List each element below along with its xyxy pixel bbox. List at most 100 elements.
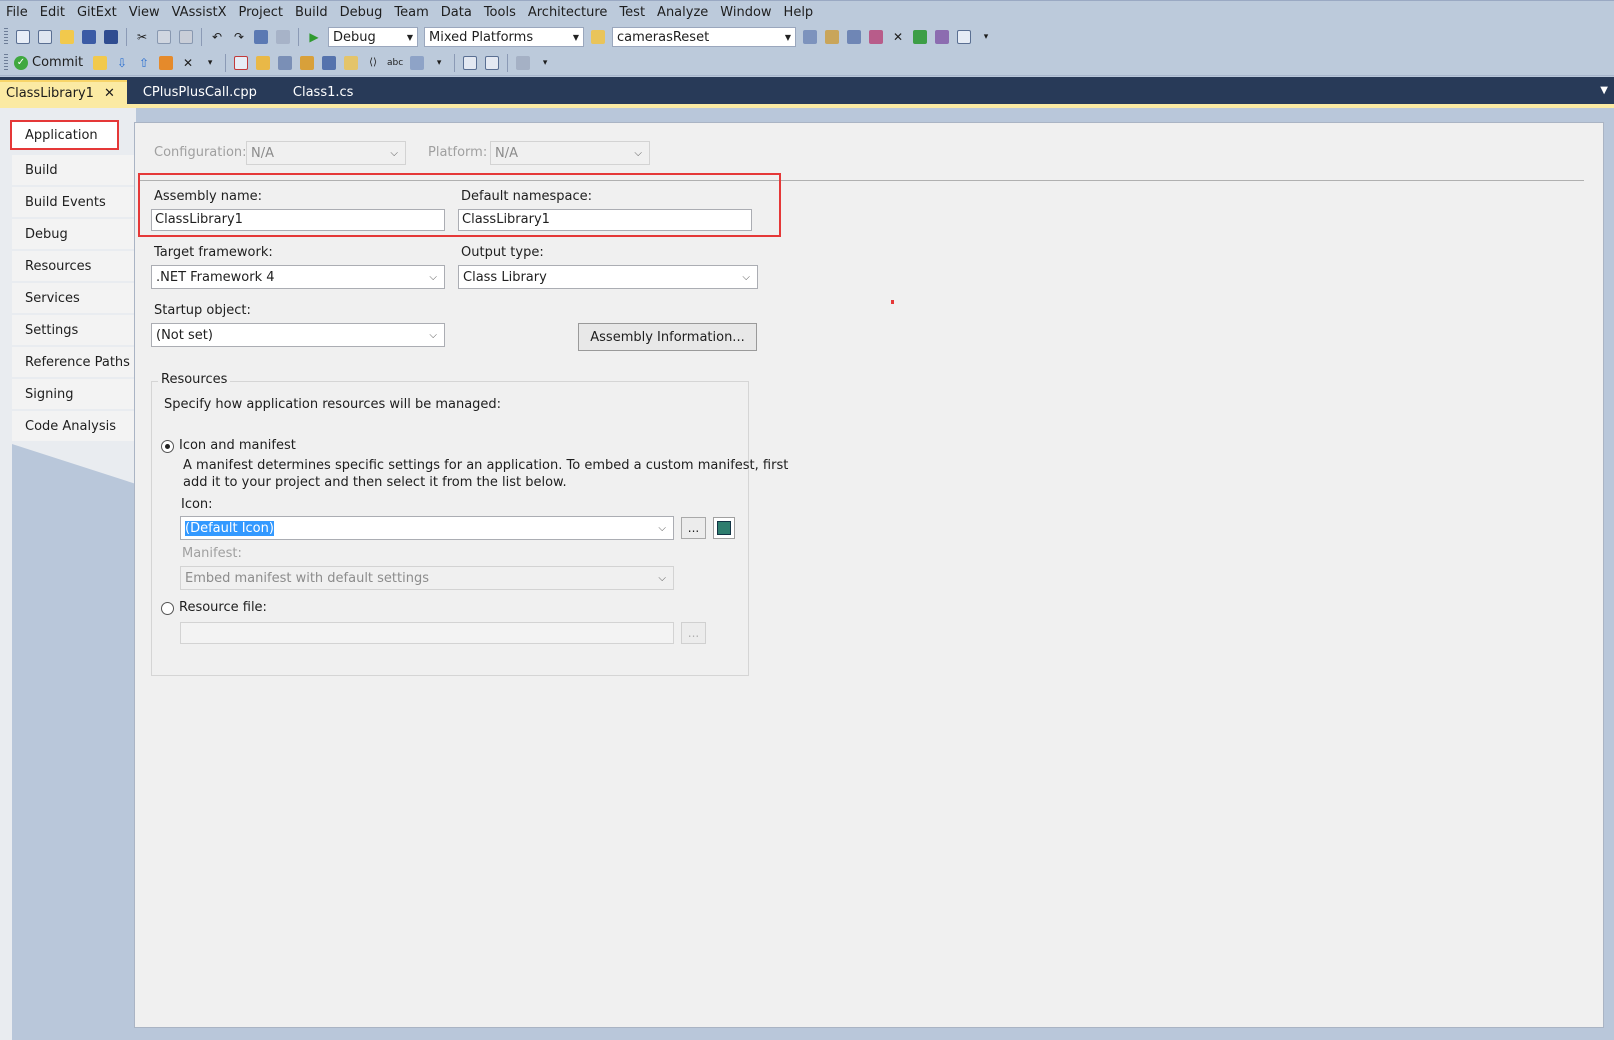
browse-folder-icon[interactable]	[90, 53, 110, 73]
sidebar-item-settings[interactable]: Settings	[12, 315, 134, 345]
object-browser-icon[interactable]	[844, 27, 864, 47]
menu-data[interactable]: Data	[437, 2, 480, 24]
solution-platform-combo[interactable]: Mixed Platforms ▼	[424, 27, 584, 47]
solution-explorer-icon[interactable]	[800, 27, 820, 47]
redo-icon[interactable]: ↷	[229, 27, 249, 47]
chevron-down-icon: ▼	[572, 32, 579, 42]
toolbar-grip[interactable]	[4, 53, 8, 72]
start-debug-icon[interactable]: ▶	[304, 27, 324, 47]
stash-icon[interactable]	[156, 53, 176, 73]
copy-icon[interactable]	[154, 27, 174, 47]
schedule-icon[interactable]	[482, 53, 502, 73]
open-file-icon[interactable]	[253, 53, 273, 73]
code-snippet-icon[interactable]: ⟨⟩	[363, 53, 383, 73]
navigate-back-icon[interactable]	[251, 27, 271, 47]
toolbox-icon[interactable]	[866, 27, 886, 47]
paste-icon[interactable]	[176, 27, 196, 47]
extension-manager-icon[interactable]	[932, 27, 952, 47]
platform-combo[interactable]: N/A ⌵	[490, 141, 650, 165]
sidebar-item-application[interactable]: Application	[10, 120, 119, 150]
properties-icon[interactable]	[822, 27, 842, 47]
menu-architecture[interactable]: Architecture	[524, 2, 616, 24]
menu-view[interactable]: View	[125, 2, 168, 24]
outline-icon[interactable]	[407, 53, 427, 73]
configuration-combo[interactable]: N/A ⌵	[246, 141, 406, 165]
pull-icon[interactable]: ⇩	[112, 53, 132, 73]
sidebar-item-resources[interactable]: Resources	[12, 251, 134, 281]
bookmark-icon[interactable]	[341, 53, 361, 73]
sidebar-item-reference-paths[interactable]: Reference Paths	[12, 347, 134, 377]
undo-icon[interactable]: ↶	[207, 27, 227, 47]
tab-classlibrary1[interactable]: ClassLibrary1 ✕	[0, 80, 127, 104]
calendar-icon[interactable]	[460, 53, 480, 73]
manifest-combo[interactable]: Embed manifest with default settings ⌵	[180, 566, 674, 590]
gitext-toolbar: ✓ Commit ⇩ ⇧ ✕ ▾ ⟨⟩ abc ▾ ▾	[0, 50, 1614, 76]
menu-edit[interactable]: Edit	[36, 2, 73, 24]
settings-tools-icon[interactable]: ✕	[178, 53, 198, 73]
start-page-icon[interactable]	[910, 27, 930, 47]
menu-tools[interactable]: Tools	[480, 2, 524, 24]
spell-check-icon[interactable]: abc	[385, 53, 405, 73]
icon-browse-button[interactable]: ...	[681, 517, 706, 539]
symbol-icon[interactable]	[297, 53, 317, 73]
output-type-combo[interactable]: Class Library ⌵	[458, 265, 758, 289]
deploy-icon[interactable]	[513, 53, 533, 73]
sidebar-item-code-analysis[interactable]: Code Analysis	[12, 411, 134, 441]
find-in-files-icon[interactable]	[588, 27, 608, 47]
menu-debug[interactable]: Debug	[336, 2, 391, 24]
menu-test[interactable]: Test	[615, 2, 653, 24]
menu-build[interactable]: Build	[291, 2, 336, 24]
menu-team[interactable]: Team	[390, 2, 436, 24]
find-combo[interactable]: camerasReset ▼	[612, 27, 796, 47]
resource-file-browse-button[interactable]: ...	[681, 622, 706, 644]
command-window-icon[interactable]	[954, 27, 974, 47]
menu-file[interactable]: File	[2, 2, 36, 24]
references-icon[interactable]	[319, 53, 339, 73]
navigate-forward-icon[interactable]	[273, 27, 293, 47]
toolbar-options-icon[interactable]: ▾	[535, 53, 555, 73]
resource-file-input[interactable]	[180, 622, 674, 644]
menu-project[interactable]: Project	[235, 2, 291, 24]
commit-button[interactable]: ✓ Commit	[12, 55, 89, 70]
icon-manifest-radio[interactable]	[161, 440, 174, 453]
resource-file-radio[interactable]	[161, 602, 174, 615]
startup-object-combo[interactable]: (Not set) ⌵	[151, 323, 445, 347]
solution-config-combo[interactable]: Debug ▼	[328, 27, 418, 47]
toolbar-options-icon[interactable]: ▾	[976, 27, 996, 47]
resource-file-label[interactable]: Resource file:	[179, 600, 267, 615]
save-icon[interactable]	[79, 27, 99, 47]
icon-manifest-label[interactable]: Icon and manifest	[179, 438, 296, 453]
menu-vassistx[interactable]: VAssistX	[168, 2, 235, 24]
default-namespace-input[interactable]: ClassLibrary1	[458, 209, 752, 231]
task-list-icon[interactable]	[231, 53, 251, 73]
open-folder-icon[interactable]	[57, 27, 77, 47]
sidebar-item-build[interactable]: Build	[12, 155, 134, 185]
cut-icon[interactable]: ✂	[132, 27, 152, 47]
menu-window[interactable]: Window	[716, 2, 779, 24]
menu-analyze[interactable]: Analyze	[653, 2, 716, 24]
close-icon[interactable]: ✕	[104, 86, 115, 101]
icon-combo[interactable]: (Default Icon) ⌵	[180, 516, 674, 540]
push-icon[interactable]: ⇧	[134, 53, 154, 73]
tools-icon[interactable]: ✕	[888, 27, 908, 47]
menu-gitext[interactable]: GitExt	[73, 2, 125, 24]
assembly-information-button[interactable]: Assembly Information...	[578, 323, 757, 351]
sidebar-item-signing[interactable]: Signing	[12, 379, 134, 409]
tab-cpluspluscall-cpp[interactable]: CPlusPlusCall.cpp	[137, 80, 269, 104]
sidebar-item-services[interactable]: Services	[12, 283, 134, 313]
menu-help[interactable]: Help	[780, 2, 822, 24]
toolbar-options-icon[interactable]: ▾	[429, 53, 449, 73]
tab-class1-cs[interactable]: Class1.cs	[287, 80, 366, 104]
active-tab-underline	[0, 104, 1614, 108]
new-project-icon[interactable]	[13, 27, 33, 47]
class-view-icon[interactable]	[275, 53, 295, 73]
toolbar-options-icon[interactable]: ▾	[200, 53, 220, 73]
tab-overflow-icon[interactable]: ▼	[1600, 85, 1608, 96]
add-item-icon[interactable]	[35, 27, 55, 47]
save-all-icon[interactable]	[101, 27, 121, 47]
sidebar-item-debug[interactable]: Debug	[12, 219, 134, 249]
sidebar-item-build-events[interactable]: Build Events	[12, 187, 134, 217]
target-framework-combo[interactable]: .NET Framework 4 ⌵	[151, 265, 445, 289]
toolbar-grip[interactable]	[4, 28, 8, 46]
assembly-name-input[interactable]: ClassLibrary1	[151, 209, 445, 231]
